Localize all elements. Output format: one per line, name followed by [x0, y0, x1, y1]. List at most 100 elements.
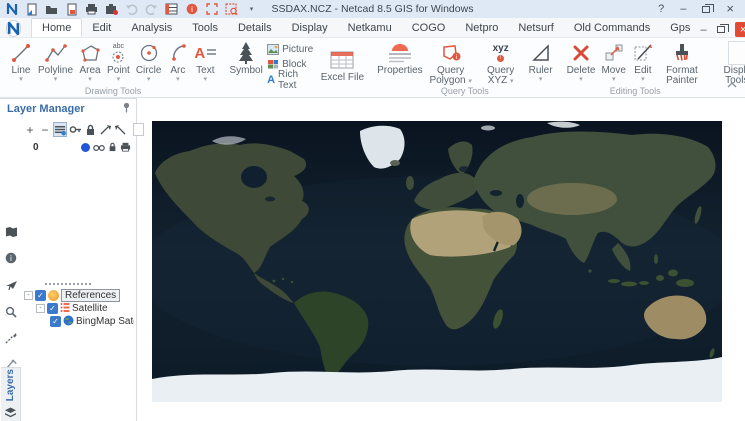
dropdown-caret-icon: ▾ [53, 76, 58, 83]
editing-tools-group: Delete ▾ Move ▾ Edit ▾ Format Painter Ed… [561, 39, 710, 97]
delete-button[interactable]: Delete ▾ [564, 40, 599, 83]
excel-file-button[interactable]: Excel File [319, 47, 366, 84]
lock-icon[interactable] [83, 122, 97, 137]
tree-row-references[interactable]: - ✓ References [24, 289, 134, 302]
send-backward-icon[interactable] [113, 122, 127, 137]
active-layer-row[interactable]: 0 [23, 141, 131, 154]
layers-side-tab[interactable]: Layers [1, 367, 21, 421]
tab-old-commands[interactable]: Old Commands [564, 19, 660, 37]
tab-tools[interactable]: Tools [182, 19, 228, 37]
add-layer-button[interactable]: + [23, 122, 37, 137]
print-icon[interactable] [85, 3, 98, 16]
rich-text-button[interactable]: A Rich Text [267, 69, 317, 91]
help-button[interactable]: ? [658, 4, 664, 15]
bring-forward-icon[interactable] [98, 122, 112, 137]
active-layer-name: 0 [33, 142, 39, 153]
satellite-checkbox[interactable]: ✓ [47, 303, 58, 314]
arc-tool-button[interactable]: Arc ▾ [164, 40, 191, 83]
key-icon[interactable] [68, 122, 82, 137]
circle-tool-button[interactable]: Circle ▾ [133, 40, 165, 83]
edit-icon [632, 41, 654, 65]
export-package-icon[interactable] [105, 3, 118, 16]
doc-restore-button[interactable] [716, 24, 729, 33]
tab-home[interactable]: Home [31, 18, 83, 38]
panel-splitter-handle[interactable] [45, 283, 91, 287]
tab-netsurf[interactable]: Netsurf [508, 19, 563, 37]
close-button[interactable]: × [726, 2, 734, 15]
restore-button[interactable] [702, 3, 715, 13]
insert-group: Symbol Picture Block A Rich Text Excel F… [224, 39, 369, 97]
doc-close-button[interactable]: × [734, 22, 745, 37]
info-icon[interactable]: i [4, 251, 18, 265]
window-table-icon[interactable] [165, 3, 178, 16]
collapse-expander-icon[interactable]: - [36, 304, 45, 313]
area-tool-button[interactable]: Area ▾ [76, 40, 104, 83]
edit-button[interactable]: Edit ▾ [629, 40, 657, 83]
format-painter-button[interactable]: Format Painter [657, 40, 707, 86]
bingmap-checkbox[interactable]: ✓ [50, 316, 61, 327]
collapse-ribbon-button[interactable] [727, 75, 737, 93]
references-label[interactable]: References [61, 289, 121, 302]
workspace: Layer Manager + − 0 - ✓ References - ✓ S… [0, 98, 745, 421]
doc-minimize-button[interactable]: – [700, 24, 706, 35]
visibility-icon[interactable] [93, 139, 105, 157]
tree-row-satellite[interactable]: - ✓ Satellite [36, 302, 134, 315]
query-xyz-icon: xyz i [492, 43, 509, 62]
properties-icon [386, 41, 414, 65]
tab-edit[interactable]: Edit [82, 19, 121, 37]
application-menu-button[interactable] [6, 20, 21, 37]
new-file-icon[interactable] [25, 3, 38, 16]
dropdown-caret-icon: ▾ [116, 76, 121, 83]
netcad-logo-icon[interactable] [5, 3, 18, 16]
globe-icon [63, 315, 74, 329]
tab-details[interactable]: Details [228, 19, 282, 37]
point-tool-button[interactable]: abc Point ▾ [104, 40, 133, 84]
layer-list-button[interactable] [53, 122, 67, 137]
tab-netkamu[interactable]: Netkamu [338, 19, 402, 37]
undo-icon[interactable] [125, 3, 138, 16]
search-icon[interactable] [4, 305, 18, 319]
text-tool-button[interactable]: A Text ▾ [191, 40, 219, 83]
tree-row-bingmap[interactable]: ✓ BingMap Satellite I [50, 315, 134, 328]
info-icon[interactable]: i [185, 3, 198, 16]
query-polygon-button[interactable]: i Query Polygon ▾ [426, 40, 476, 86]
tab-gps[interactable]: Gps [660, 19, 700, 37]
dropdown-caret-icon: ▾ [176, 76, 180, 83]
pin-icon[interactable] [122, 100, 131, 118]
send-flag-icon[interactable] [4, 278, 18, 292]
map-canvas[interactable] [152, 121, 722, 402]
map-book-icon[interactable] [4, 225, 18, 239]
dropdown-caret-icon: ▾ [468, 78, 472, 85]
sketch-icon[interactable] [4, 331, 18, 345]
tab-analysis[interactable]: Analysis [121, 19, 182, 37]
lock-icon[interactable] [108, 139, 117, 157]
satellite-label[interactable]: Satellite [72, 303, 108, 314]
tab-netpro[interactable]: Netpro [455, 19, 508, 37]
bingmap-label[interactable]: BingMap Satellite I [76, 316, 134, 327]
layer-color-box[interactable] [133, 123, 144, 136]
line-tool-button[interactable]: Line ▾ [7, 40, 35, 83]
tab-display[interactable]: Display [282, 19, 338, 37]
query-xyz-button[interactable]: xyz i Query XYZ ▾ [476, 40, 526, 86]
references-checkbox[interactable]: ✓ [35, 290, 46, 301]
open-file-icon[interactable] [45, 3, 58, 16]
excel-file-icon [330, 48, 354, 72]
title-bar: i ▾ SSDAX.NCZ - Netcad 8.5 GIS for Windo… [0, 0, 745, 18]
save-file-icon[interactable] [65, 3, 78, 16]
move-button[interactable]: Move ▾ [598, 40, 628, 83]
qat-dropdown-icon[interactable]: ▾ [245, 3, 258, 16]
symbol-button[interactable]: Symbol [227, 40, 265, 76]
print-layer-icon[interactable] [120, 139, 131, 157]
remove-layer-button[interactable]: − [38, 122, 52, 137]
tab-cogo[interactable]: COGO [402, 19, 456, 37]
collapse-expander-icon[interactable]: - [24, 291, 33, 300]
layer-color-dot[interactable] [81, 143, 90, 152]
polyline-tool-button[interactable]: Polyline ▾ [35, 40, 76, 83]
ruler-button[interactable]: Ruler ▾ [526, 40, 556, 83]
picture-button[interactable]: Picture [267, 43, 317, 56]
zoom-region-icon[interactable] [225, 3, 238, 16]
properties-button[interactable]: Properties [374, 40, 426, 76]
redo-icon[interactable] [145, 3, 158, 16]
selection-frame-icon[interactable] [205, 3, 218, 16]
minimize-button[interactable]: – [680, 4, 686, 15]
